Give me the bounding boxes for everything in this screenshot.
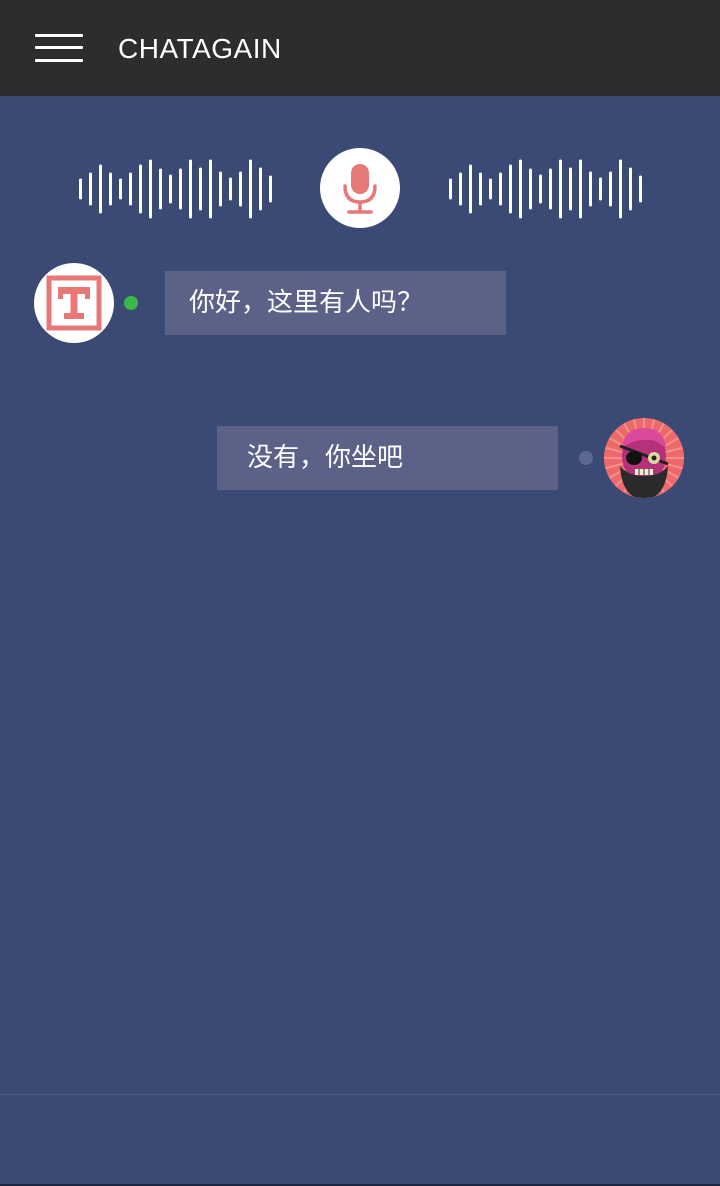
sound-wave-icon bbox=[449, 159, 642, 219]
microphone-icon bbox=[343, 164, 377, 214]
app-title: CHATAGAIN bbox=[118, 33, 282, 64]
sound-wave-icon bbox=[79, 159, 272, 219]
menu-line bbox=[35, 59, 83, 62]
voice-input-row bbox=[0, 145, 720, 235]
offline-status-dot bbox=[579, 451, 593, 465]
online-status-dot bbox=[124, 296, 138, 310]
pirate-avatar[interactable] bbox=[604, 418, 684, 498]
message-bubble-sent: 没有，你坐吧 bbox=[217, 426, 558, 490]
bottom-divider bbox=[0, 1094, 720, 1095]
menu-line bbox=[35, 34, 83, 37]
menu-line bbox=[35, 46, 83, 49]
pirate-face-icon bbox=[604, 418, 684, 498]
typo-logo-avatar[interactable] bbox=[34, 263, 114, 343]
message-bubble-received: 你好，这里有人吗？ bbox=[165, 271, 506, 335]
chat-app: CHATAGAIN 你好，这里有人吗？ 没有，你坐吧 bbox=[0, 0, 720, 1186]
hamburger-menu-icon[interactable] bbox=[35, 34, 83, 64]
top-app-bar: CHATAGAIN bbox=[0, 0, 720, 96]
typo-logo-icon bbox=[46, 275, 102, 331]
microphone-button[interactable] bbox=[320, 148, 400, 228]
